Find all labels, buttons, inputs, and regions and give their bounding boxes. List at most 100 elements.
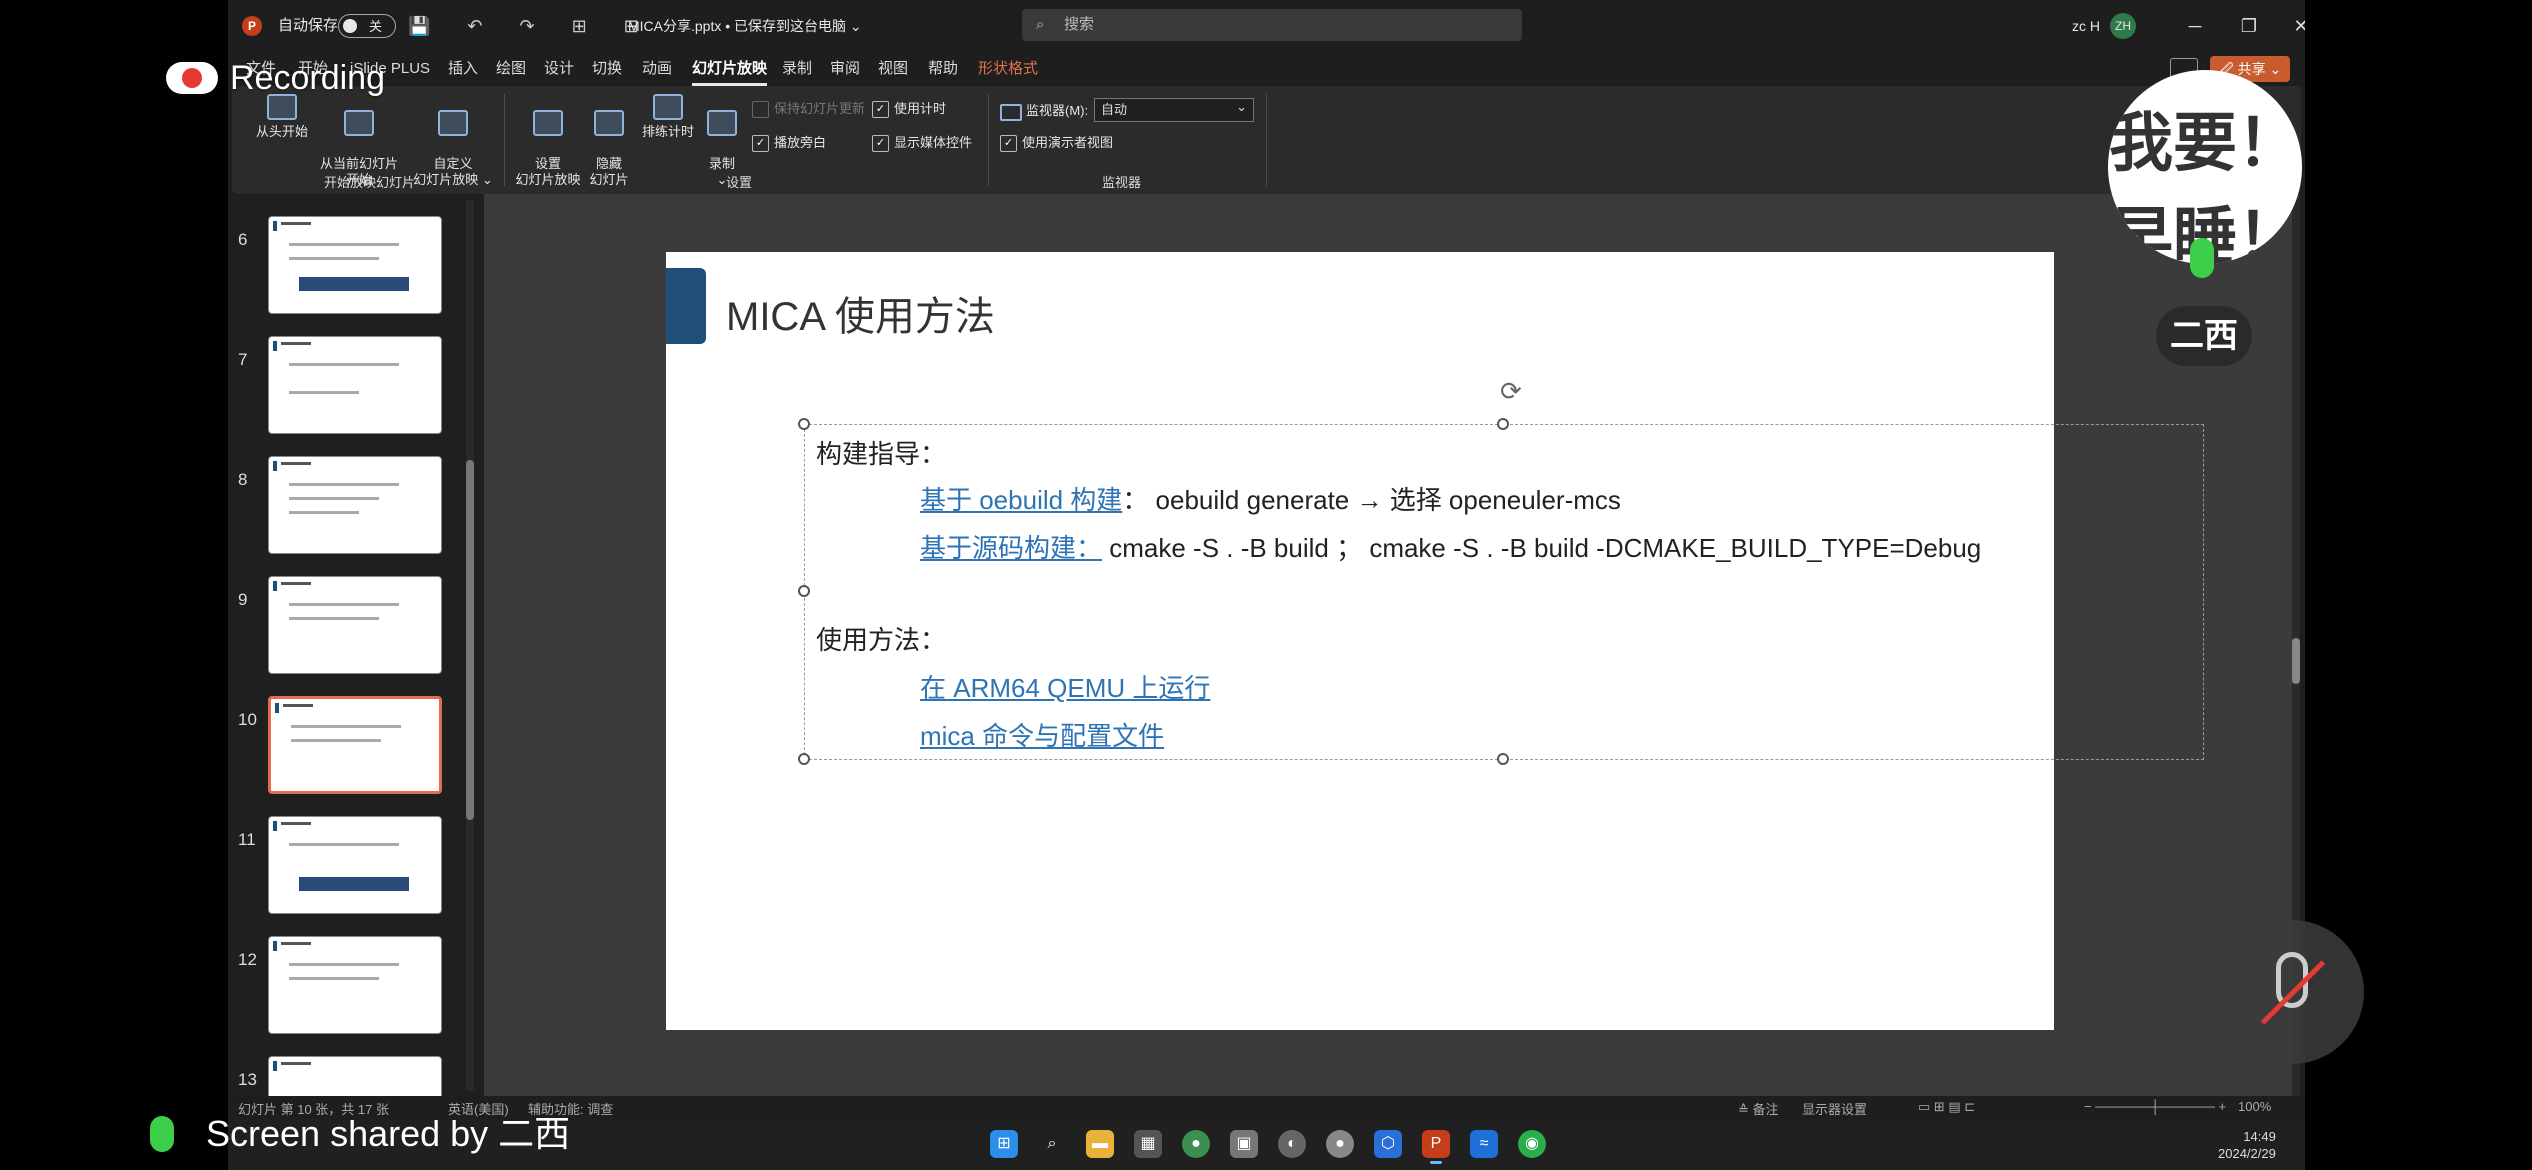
thumbnails-scrollbar[interactable] — [466, 200, 474, 1090]
resize-handle[interactable] — [798, 585, 810, 597]
autosave-toggle[interactable]: 关 — [338, 14, 396, 38]
rehearse-timings-button[interactable]: 排练计时 — [638, 94, 698, 140]
wechat-icon[interactable]: ◉ — [1518, 1130, 1546, 1158]
restore-button[interactable]: ❐ — [2226, 0, 2272, 52]
resize-handle[interactable] — [1497, 418, 1509, 430]
clock-time: 14:49 — [2243, 1129, 2276, 1144]
thumbnail-number: 10 — [238, 710, 257, 729]
tab-animations[interactable]: 动画 — [642, 52, 672, 86]
current-slide[interactable]: MICA 使用方法 ⟳ 构建指导： 基于 oebuild 构建： oebuild… — [666, 252, 2204, 1030]
tab-help[interactable]: 帮助 — [928, 52, 958, 86]
use-timings-checkbox[interactable]: 使用计时 — [872, 100, 946, 118]
search-icon[interactable]: ⌕ — [1038, 1130, 1066, 1158]
resize-handle[interactable] — [798, 753, 810, 765]
file-explorer-icon[interactable]: ▬ — [1086, 1130, 1114, 1158]
thumbnail-image[interactable] — [268, 816, 442, 914]
play-current-icon — [344, 110, 374, 136]
search-input[interactable]: ⌕ 搜索 — [1022, 9, 1522, 41]
thumbnail-image[interactable] — [268, 336, 442, 434]
thumbnail-slide-12[interactable]: 12 — [228, 936, 484, 1046]
presenter-view-checkbox[interactable]: 使用演示者视图 — [1000, 134, 1113, 152]
chrome-icon[interactable]: ● — [1182, 1130, 1210, 1158]
thumbnail-image[interactable] — [268, 696, 442, 794]
tab-insert[interactable]: 插入 — [448, 52, 478, 86]
tab-review[interactable]: 审阅 — [830, 52, 860, 86]
hide-slide-button[interactable]: 隐藏 幻灯片 — [584, 94, 634, 188]
tab-view[interactable]: 视图 — [878, 52, 908, 86]
mute-microphone-button[interactable] — [2220, 920, 2364, 1064]
thumbnail-slide-8[interactable]: 8 — [228, 456, 484, 566]
avatar-text-line1: 我要！ — [2109, 107, 2301, 179]
usage-heading: 使用方法： — [816, 625, 947, 655]
thumbnail-image[interactable] — [268, 456, 442, 554]
thumbnail-slide-11[interactable]: 11 — [228, 816, 484, 926]
zoom-slider[interactable]: − ──────┼────── + — [2084, 1099, 2226, 1114]
scrollbar-thumb[interactable] — [466, 460, 474, 820]
setup-show-button[interactable]: 设置 幻灯片放映 — [512, 94, 584, 188]
ribbon-separator — [1266, 94, 1267, 186]
thumbnail-image[interactable] — [268, 576, 442, 674]
thumbnail-slide-6[interactable]: 6 — [228, 216, 484, 326]
view-buttons[interactable]: ▭ ⊞ ▤ ⊏ — [1918, 1099, 1975, 1115]
tab-design[interactable]: 设计 — [544, 52, 574, 86]
start-icon[interactable]: ⊞ — [990, 1130, 1018, 1158]
tab-slideshow[interactable]: 幻灯片放映 — [692, 52, 768, 86]
tab-record[interactable]: 录制 — [782, 52, 812, 86]
slide-title[interactable]: MICA 使用方法 — [726, 284, 995, 342]
thumbnail-slide-7[interactable]: 7 — [228, 336, 484, 446]
cmake-command: cmake -S . -B build ； cmake -S . -B buil… — [1102, 533, 1982, 563]
photos-icon[interactable]: ▦ — [1134, 1130, 1162, 1158]
thumbnail-image[interactable] — [268, 936, 442, 1034]
thumbnail-image[interactable] — [268, 1056, 442, 1096]
participant-avatar[interactable]: 我要！ 早睡！ — [2108, 70, 2302, 264]
app-icon[interactable]: ▣ — [1230, 1130, 1258, 1158]
thumbnail-slide-10[interactable]: 10 — [228, 696, 484, 806]
virtualbox-icon[interactable]: ⬡ — [1374, 1130, 1402, 1158]
media-controls-checkbox[interactable]: 显示媒体控件 — [872, 134, 972, 152]
tab-shape-format[interactable]: 形状格式 — [978, 52, 1038, 86]
thumbnail-number: 11 — [238, 830, 256, 849]
mica-config-link[interactable]: mica 命令与配置文件 — [920, 716, 1164, 753]
text-box-selection[interactable] — [798, 418, 2204, 765]
resize-handle[interactable] — [798, 418, 810, 430]
zoom-level[interactable]: 100% — [2238, 1099, 2271, 1114]
thumbnail-slide-9[interactable]: 9 — [228, 576, 484, 686]
app-icon[interactable]: ≈ — [1470, 1130, 1498, 1158]
taskbar-clock[interactable]: 14:49 2024/2/29 — [2218, 1128, 2276, 1162]
qemu-link[interactable]: 在 ARM64 QEMU 上运行 — [920, 668, 1210, 705]
participant-name: 二西 — [2156, 306, 2252, 366]
recording-indicator: Recording — [166, 56, 385, 100]
thumbnail-number: 8 — [238, 470, 248, 489]
minimize-button[interactable]: ─ — [2172, 0, 2218, 52]
tab-transitions[interactable]: 切换 — [592, 52, 622, 86]
resize-handle[interactable] — [1497, 753, 1509, 765]
title-bar: P 自动保存 关 💾 ↶ ↷ ⊞ ⊟ MICA分享.pptx • 已保存到这台电… — [228, 0, 2305, 52]
play-narration-checkbox[interactable]: 播放旁白 — [752, 134, 826, 152]
group-label-start: 开始放映幻灯片 — [324, 175, 416, 190]
notes-button[interactable]: ≙ 备注 — [1738, 1099, 1779, 1118]
app-icon[interactable]: ● — [1326, 1130, 1354, 1158]
user-name[interactable]: zc H — [2072, 0, 2100, 52]
thumbnail-slide-13[interactable]: 13 — [228, 1056, 484, 1096]
quick-access-toolbar[interactable]: 💾 ↶ ↷ ⊞ ⊟ — [408, 0, 655, 52]
close-button[interactable]: ✕ — [2278, 0, 2305, 52]
source-build-link[interactable]: 基于源码构建： — [920, 533, 1102, 563]
slide-thumbnails-pane: 6 7 8 9 10 11 12 13 — [228, 194, 484, 1096]
ribbon-separator — [988, 94, 989, 186]
custom-show-button[interactable]: 自定义 幻灯片放映 ⌄ — [408, 94, 498, 188]
thumbnail-number: 12 — [238, 950, 257, 969]
setup-show-icon — [533, 110, 563, 136]
display-settings-button[interactable]: 显示器设置 — [1802, 1099, 1867, 1118]
oebuild-link[interactable]: 基于 oebuild 构建 — [920, 485, 1122, 515]
scrollbar-thumb[interactable] — [2292, 638, 2300, 684]
app-icon[interactable]: ◐ — [1278, 1130, 1306, 1158]
user-avatar[interactable]: ZH — [2110, 13, 2136, 39]
from-start-button[interactable]: 从头开始 — [252, 94, 312, 140]
powerpoint-icon[interactable]: P — [1422, 1130, 1450, 1164]
rotate-handle-icon[interactable]: ⟳ — [1500, 376, 1522, 407]
thumbnail-image[interactable] — [268, 216, 442, 314]
monitor-select[interactable]: 自动 — [1094, 96, 1254, 122]
document-title[interactable]: MICA分享.pptx • 已保存到这台电脑 ⌄ — [628, 0, 862, 52]
tab-draw[interactable]: 绘图 — [496, 52, 526, 86]
keep-updated-checkbox[interactable]: 保持幻灯片更新 — [752, 100, 865, 118]
